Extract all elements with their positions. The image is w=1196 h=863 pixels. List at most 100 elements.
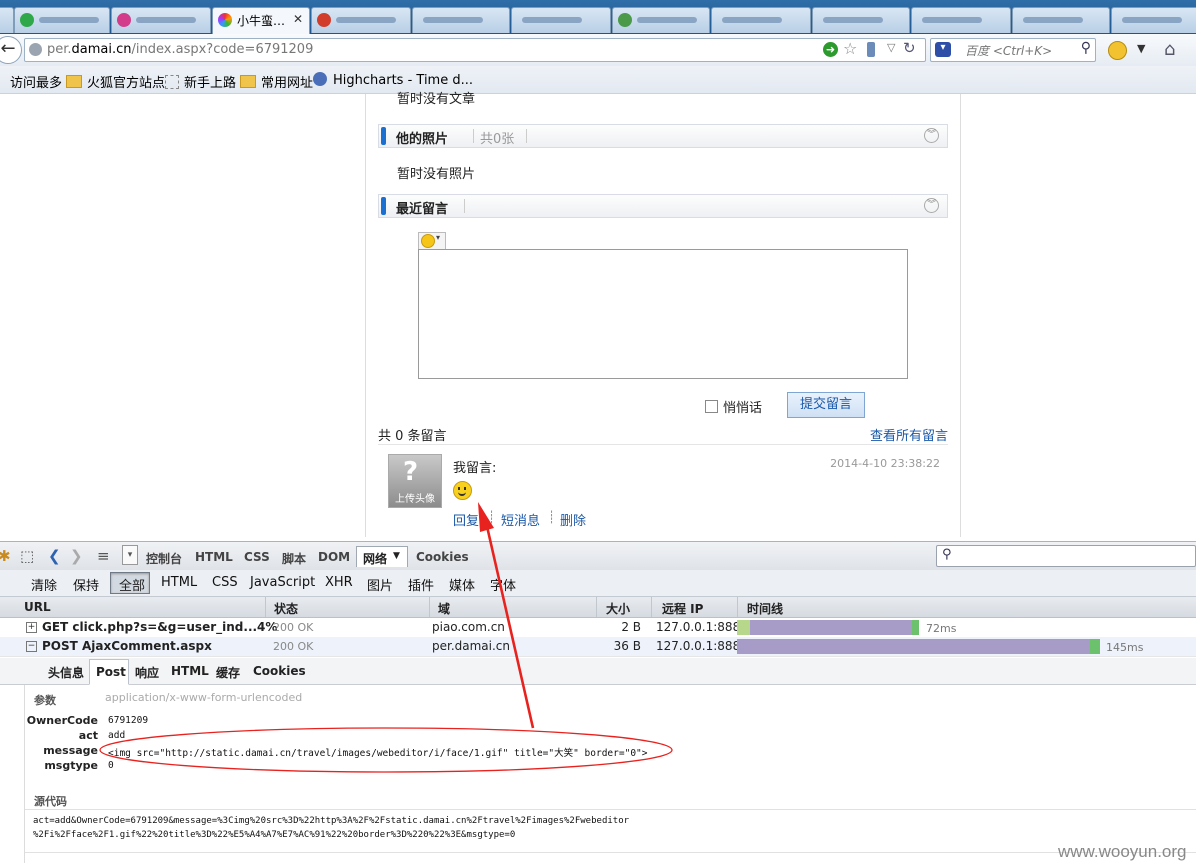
table-row[interactable]: − POST AjaxComment.aspx 200 OK per.damai…: [0, 637, 1196, 657]
baidu-paw-icon[interactable]: ▾: [935, 42, 951, 57]
folder-icon: [240, 75, 256, 88]
tab-7[interactable]: [612, 7, 710, 33]
back-arrow-icon[interactable]: ❮: [48, 547, 61, 565]
tab-cache[interactable]: 缓存: [216, 664, 240, 681]
tab-2[interactable]: [111, 7, 211, 33]
tab-html[interactable]: HTML: [195, 550, 233, 564]
clear-button[interactable]: 清除: [31, 575, 57, 594]
reload-icon[interactable]: ↻: [903, 39, 916, 57]
go-arrow-icon[interactable]: ➜: [823, 42, 838, 57]
tab-console[interactable]: 控制台: [146, 550, 182, 567]
url-bar[interactable]: per.damai.cn/index.aspx?code=6791209 ➜ ☆…: [24, 38, 926, 62]
dropdown-icon[interactable]: ▾: [122, 545, 138, 565]
tab-cookies[interactable]: Cookies: [416, 550, 469, 564]
filter-plugins[interactable]: 插件: [408, 575, 434, 594]
column-url[interactable]: URL: [24, 600, 51, 614]
comments-section-header: 最近留言 ︾: [378, 194, 948, 218]
tab-title: 小牛蛮…: [237, 14, 286, 28]
search-box[interactable]: ▾ 百度 <Ctrl+K> ⚲: [930, 38, 1096, 62]
timeline-bar-wait: [750, 620, 912, 635]
request-remote-ip: 127.0.0.1:8888: [656, 620, 748, 634]
separator: ┊: [548, 510, 556, 524]
tab-favicon-icon: [20, 13, 34, 27]
comment-author: 我留言:: [453, 461, 497, 476]
tab-headers[interactable]: 头信息: [48, 664, 84, 681]
url-text[interactable]: per.damai.cn/index.aspx?code=6791209: [47, 42, 313, 57]
filter-css[interactable]: CSS: [212, 575, 238, 590]
request-url[interactable]: POST AjaxComment.aspx: [42, 639, 212, 653]
whisper-checkbox[interactable]: [705, 400, 718, 413]
tab-detail-cookies[interactable]: Cookies: [253, 664, 306, 678]
filter-images[interactable]: 图片: [367, 575, 393, 594]
tab-10[interactable]: [911, 7, 1011, 33]
tab-partial-left[interactable]: [0, 7, 14, 33]
tab-5[interactable]: [412, 7, 510, 33]
sms-link[interactable]: 短消息: [501, 510, 540, 529]
tab-9[interactable]: [812, 7, 910, 33]
tab-4[interactable]: [311, 7, 411, 33]
tab-6[interactable]: [511, 7, 611, 33]
column-status[interactable]: 状态: [274, 600, 298, 617]
bookmark-getting-started[interactable]: 新手上路: [165, 72, 236, 91]
back-button[interactable]: ←: [0, 36, 22, 64]
request-url[interactable]: GET click.php?s=&g=user_ind...4%: [42, 620, 277, 634]
tab-css[interactable]: CSS: [244, 550, 270, 564]
smiley-face-icon: [453, 481, 472, 500]
source-line: act=add&OwnerCode=6791209&message=%3Cimg…: [33, 816, 630, 826]
collapse-icon[interactable]: −: [26, 641, 37, 652]
inspect-icon[interactable]: ⬚: [20, 547, 34, 565]
tab-active[interactable]: 小牛蛮… ✕: [212, 7, 310, 34]
device-icon[interactable]: [867, 42, 875, 57]
table-row[interactable]: + GET click.php?s=&g=user_ind...4% 200 O…: [0, 618, 1196, 638]
column-domain[interactable]: 域: [438, 600, 450, 617]
tab-detail-html[interactable]: HTML: [171, 664, 209, 678]
emoji-picker-button[interactable]: ▾: [418, 232, 446, 250]
persist-button[interactable]: 保持: [73, 575, 99, 594]
filter-javascript[interactable]: JavaScript: [250, 575, 315, 590]
tab-network[interactable]: 网络 ▼: [356, 546, 408, 567]
bookmark-common-sites[interactable]: 常用网址: [240, 72, 313, 91]
filter-html[interactable]: HTML: [161, 575, 197, 590]
delete-link[interactable]: 删除: [560, 510, 586, 529]
tab-12[interactable]: [1111, 7, 1196, 33]
collapse-icon[interactable]: ︾: [924, 198, 939, 213]
bookmark-highcharts[interactable]: Highcharts - Time d...: [313, 72, 473, 88]
tab-1[interactable]: [14, 7, 110, 33]
tab-script[interactable]: 脚本: [282, 550, 306, 567]
filter-fonts[interactable]: 字体: [490, 575, 516, 594]
forward-arrow-icon[interactable]: ❯: [70, 547, 83, 565]
tab-close-icon[interactable]: ✕: [293, 12, 303, 26]
reply-link[interactable]: 回复: [453, 510, 479, 529]
firebug-search-input[interactable]: ⚲: [936, 545, 1196, 567]
home-icon[interactable]: ⌂: [1164, 39, 1175, 60]
search-icon[interactable]: ⚲: [1081, 40, 1091, 56]
column-timeline[interactable]: 时间线: [747, 600, 783, 617]
tab-post[interactable]: Post: [89, 659, 129, 685]
history-dropdown-icon[interactable]: ▽: [887, 41, 895, 54]
avatar[interactable]: ? 上传头像: [388, 454, 442, 508]
filter-all-button[interactable]: 全部: [110, 572, 150, 594]
menu-icon[interactable]: ≡: [97, 547, 110, 565]
tab-response[interactable]: 响应: [135, 664, 159, 681]
view-all-comments-link[interactable]: 查看所有留言: [870, 425, 948, 444]
tab-11[interactable]: [1012, 7, 1110, 33]
filter-media[interactable]: 媒体: [449, 575, 475, 594]
divider: [265, 597, 266, 617]
submit-comment-button[interactable]: 提交留言: [787, 392, 865, 418]
bookmark-firefox-site[interactable]: 火狐官方站点: [66, 72, 165, 91]
addon-icon[interactable]: [1108, 41, 1127, 60]
expand-icon[interactable]: +: [26, 622, 37, 633]
tab-dom[interactable]: DOM: [318, 550, 350, 564]
collapse-icon[interactable]: ︾: [924, 128, 939, 143]
column-size[interactable]: 大小: [606, 600, 630, 617]
filter-xhr[interactable]: XHR: [325, 575, 353, 590]
bookmark-most-visited[interactable]: 访问最多: [4, 72, 62, 91]
column-remote-ip[interactable]: 远程 IP: [662, 600, 703, 617]
bookmark-star-icon[interactable]: ☆: [843, 39, 857, 58]
firebug-bug-icon[interactable]: ✱: [0, 547, 11, 565]
tab-blurred-label: [136, 17, 196, 23]
param-key: message: [43, 744, 98, 757]
comment-textarea[interactable]: [418, 249, 908, 379]
menu-dropdown-icon[interactable]: ▼: [1137, 42, 1145, 55]
tab-8[interactable]: [711, 7, 811, 33]
